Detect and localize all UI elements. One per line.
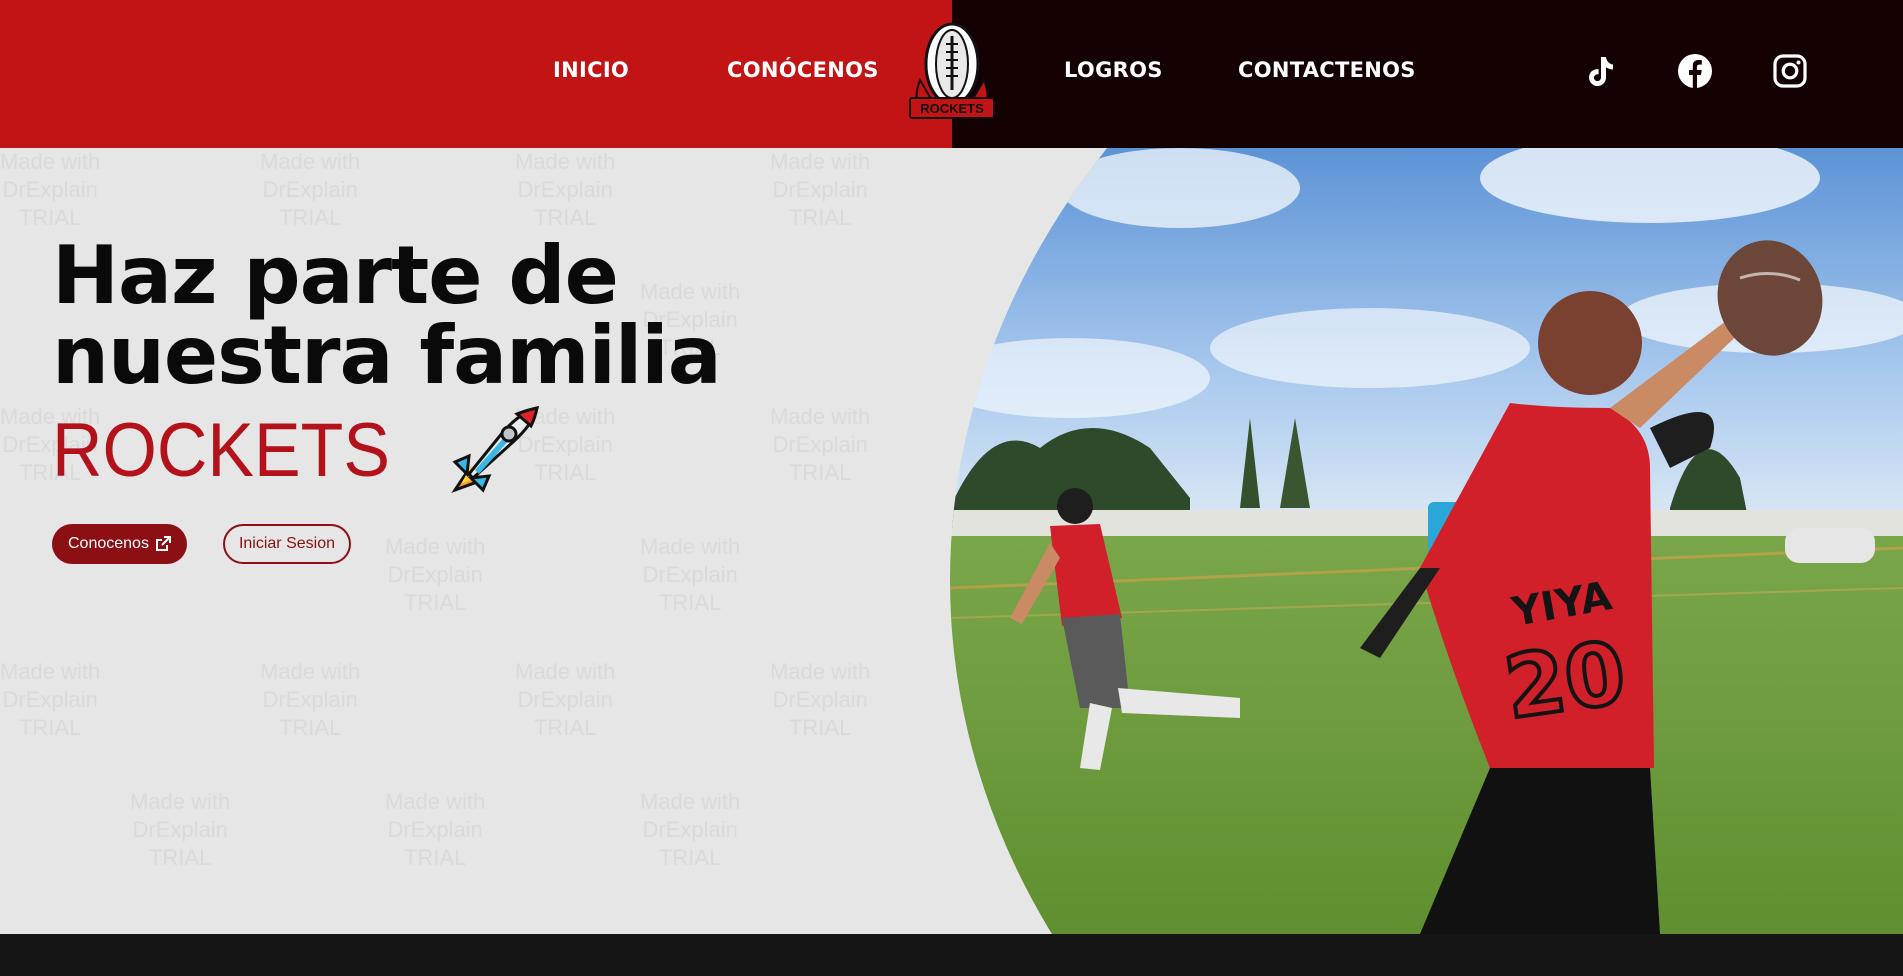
bottom-bar — [0, 934, 1903, 976]
watermark: Made with DrExplain TRIAL — [385, 534, 486, 615]
hero-section: Made with DrExplain TRIAL Made with DrExpla… — [0, 148, 1903, 934]
facebook-icon[interactable] — [1677, 53, 1713, 89]
watermark: Made with DrExplain TRIAL — [0, 659, 101, 740]
watermark: Made with DrExplain TRIAL — [130, 789, 231, 870]
hero-text: Haz parte de nuestra familia ROCKETS — [52, 236, 952, 500]
watermark: Made with DrExplain TRIAL — [640, 534, 741, 615]
external-link-icon — [155, 536, 171, 551]
brand-name: ROCKETS — [52, 407, 390, 493]
watermark: Made with DrExplain TRIAL — [515, 149, 616, 230]
flag-football-photo: YIYA 20 — [950, 148, 1903, 934]
watermark: Made with DrExplain TRIAL — [260, 149, 361, 230]
watermark: Made with DrExplain TRIAL — [0, 149, 101, 230]
watermark: Made with DrExplain TRIAL — [385, 789, 486, 870]
rockets-logo[interactable]: ROCKETS — [906, 20, 998, 124]
nav-logros[interactable]: LOGROS — [1064, 58, 1163, 82]
rocket-icon — [451, 405, 540, 493]
brand-row: ROCKETS — [52, 400, 952, 500]
nav-contactenos[interactable]: CONTACTENOS — [1238, 58, 1416, 82]
conocenos-button[interactable]: Conocenos — [52, 524, 187, 564]
logo-text: ROCKETS — [920, 101, 984, 116]
jersey-number: 20 — [1499, 623, 1631, 739]
hero-actions: Conocenos Iniciar Sesion — [52, 524, 351, 564]
watermark: Made with DrExplain TRIAL — [770, 659, 871, 740]
watermark: Made with DrExplain TRIAL — [260, 659, 361, 740]
instagram-icon[interactable] — [1772, 53, 1808, 89]
nav-inicio[interactable]: INICIO — [553, 58, 629, 82]
iniciar-sesion-button[interactable]: Iniciar Sesion — [222, 524, 351, 564]
hero-headline: Haz parte de nuestra familia — [52, 229, 722, 402]
nav-conocenos[interactable]: CONÓCENOS — [727, 58, 879, 82]
conocenos-button-label: Conocenos — [68, 535, 149, 552]
watermark: Made with DrExplain TRIAL — [515, 659, 616, 740]
tiktok-icon[interactable] — [1582, 53, 1618, 89]
football-logo-icon: ROCKETS — [909, 22, 995, 119]
hero-photo: YIYA 20 — [950, 148, 1903, 934]
watermark: Made with DrExplain TRIAL — [770, 149, 871, 230]
watermark: Made with DrExplain TRIAL — [640, 789, 741, 870]
